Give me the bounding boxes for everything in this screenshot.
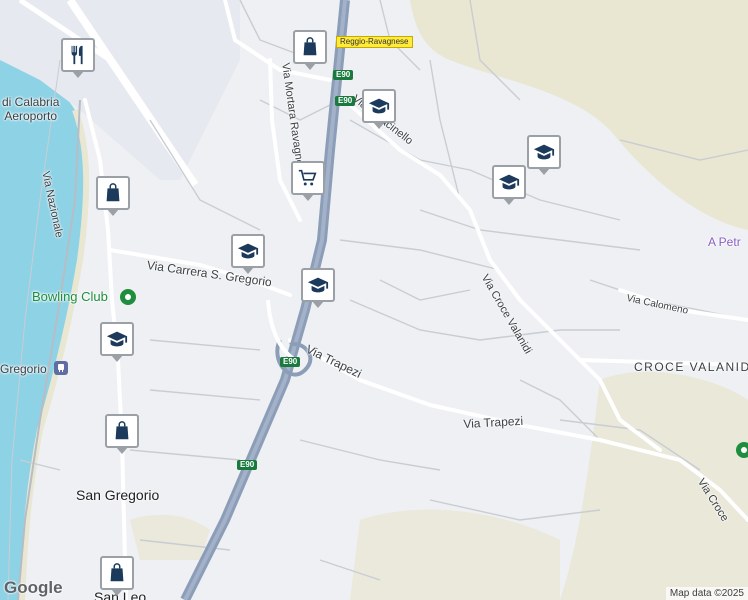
- label-airport-line1: di Calabria: [2, 95, 60, 109]
- pin-school-6[interactable]: [100, 322, 134, 362]
- label-airport-line2: Aeroporto: [4, 109, 58, 123]
- road-shield-e90-1: E90: [333, 70, 354, 80]
- road-shield-e90-2: E90: [335, 96, 356, 106]
- map-canvas[interactable]: di Calabria Aeroporto Via Nazionale Via …: [0, 0, 748, 600]
- school-icon: [307, 277, 329, 293]
- school-icon: [498, 174, 520, 190]
- train-station-icon[interactable]: [54, 361, 68, 375]
- label-airport: di Calabria Aeroporto: [2, 95, 59, 123]
- shopping-bag-icon: [110, 563, 124, 582]
- pin-shopping-san-gregorio[interactable]: [105, 414, 139, 454]
- label-bowling-club: Bowling Club: [32, 289, 108, 304]
- shopping-bag-icon: [106, 183, 120, 202]
- shopping-cart-icon: [298, 169, 317, 186]
- pin-restaurant[interactable]: [61, 38, 95, 78]
- label-san-gregorio: San Gregorio: [76, 487, 160, 503]
- road-shield-reggio-ravagnese: Reggio-Ravagnese: [336, 36, 413, 48]
- park-poi-icon[interactable]: [736, 442, 748, 458]
- pin-shopping-left[interactable]: [96, 176, 130, 216]
- school-icon: [106, 331, 128, 347]
- school-icon: [237, 243, 259, 259]
- google-logo: Google: [4, 578, 63, 597]
- label-gregorio-station: Gregorio: [0, 362, 47, 376]
- pin-school-4[interactable]: [231, 234, 265, 274]
- pin-school-3[interactable]: [492, 165, 526, 205]
- shopping-bag-icon: [303, 37, 317, 56]
- map-attribution: Map data ©2025: [665, 587, 748, 600]
- school-icon: [368, 98, 390, 114]
- restaurant-icon: [71, 45, 83, 65]
- road-shield-e90-4: E90: [237, 460, 258, 470]
- pin-supermarket[interactable]: [291, 161, 325, 201]
- school-icon: [533, 144, 555, 160]
- pin-school-2[interactable]: [527, 135, 561, 175]
- pin-shopping-san-leo[interactable]: [100, 556, 134, 596]
- road-shield-e90-3: E90: [280, 357, 301, 367]
- shopping-bag-icon: [115, 421, 129, 440]
- pin-school-5[interactable]: [301, 268, 335, 308]
- label-a-petr: A Petr: [708, 235, 741, 249]
- bowling-poi-icon[interactable]: [120, 289, 136, 305]
- pin-school-1[interactable]: [362, 89, 396, 129]
- label-croce-valanidi: CROCE VALANIDI: [634, 360, 748, 374]
- pin-shopping-top[interactable]: [293, 30, 327, 70]
